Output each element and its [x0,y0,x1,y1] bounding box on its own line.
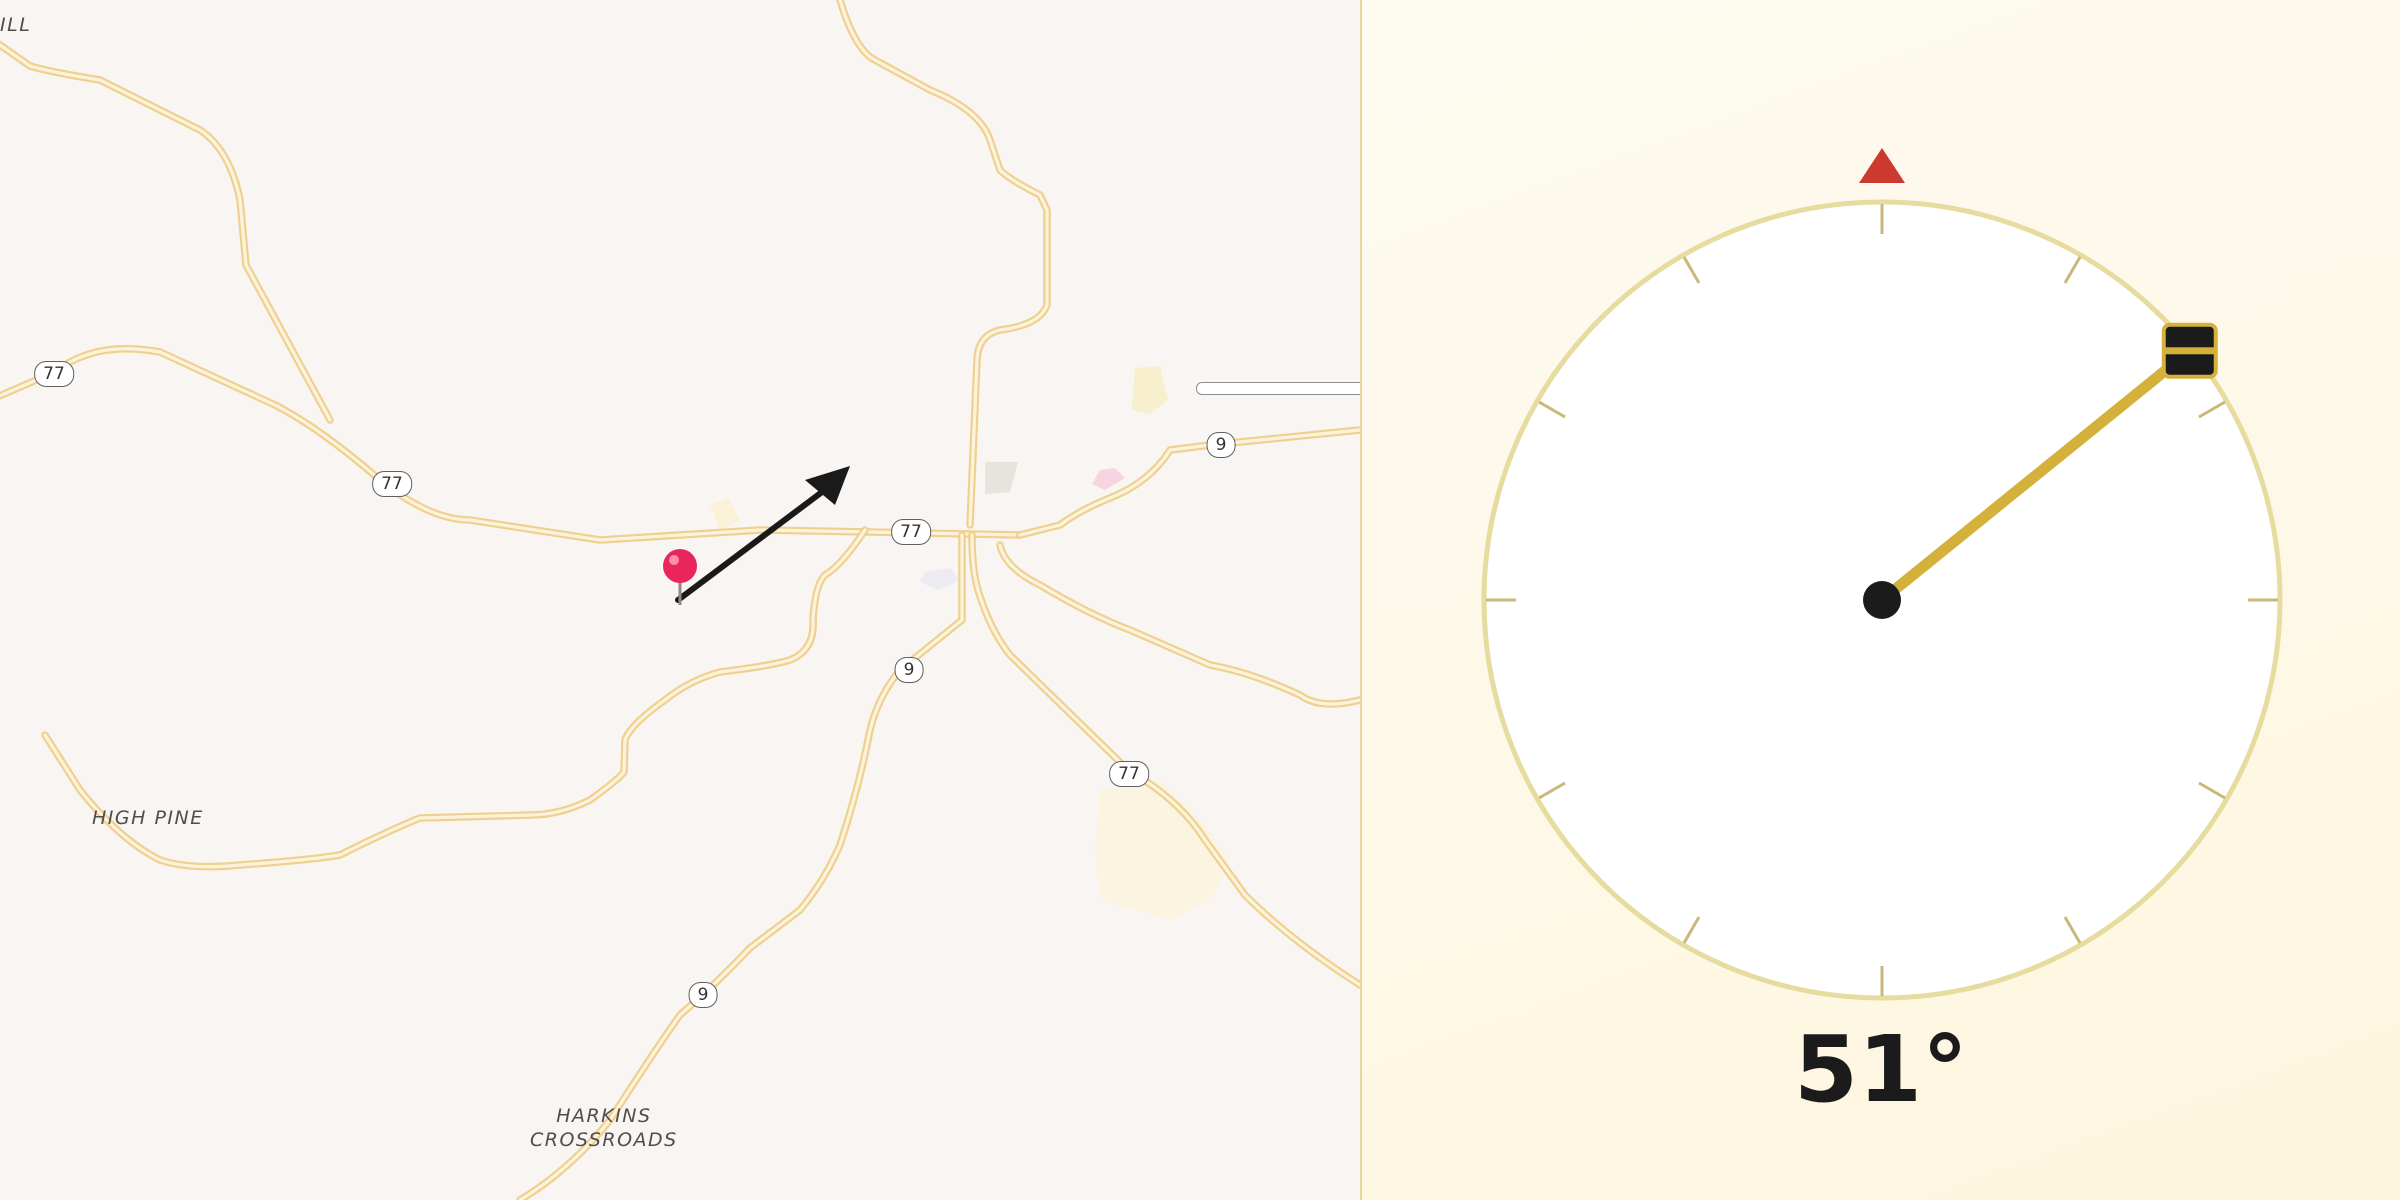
heading-handle[interactable] [2161,322,2218,379]
map-roads [0,0,1360,1200]
heading-readout: 51° [1793,1016,1969,1123]
route-shield-77: 77 [34,361,74,387]
location-pin[interactable] [663,549,697,605]
land-patch [1092,468,1125,490]
land-patch [985,462,1018,494]
land-patch [710,498,740,530]
scale-bar [1196,382,1360,395]
route-shield-77: 77 [1109,761,1149,787]
land-patch [1132,366,1168,414]
compass-panel: 51° [1362,0,2400,1200]
map-panel[interactable]: 77 77 77 77 9 9 9 ILL HIGH PINE HARKINS … [0,0,1360,1200]
land-patch [920,568,960,590]
place-label-high-pine: HIGH PINE [92,807,204,829]
place-label-harkins-crossroads: HARKINS CROSSROADS [530,1105,678,1151]
route-shield-9: 9 [894,657,924,683]
compass-center-dot [1863,581,1901,619]
route-shield-9: 9 [688,982,718,1008]
north-marker-icon [1859,148,1905,183]
place-label-partial: ILL [0,14,32,36]
route-shield-77: 77 [891,519,931,545]
route-shield-77: 77 [372,471,412,497]
route-shield-9: 9 [1206,432,1236,458]
